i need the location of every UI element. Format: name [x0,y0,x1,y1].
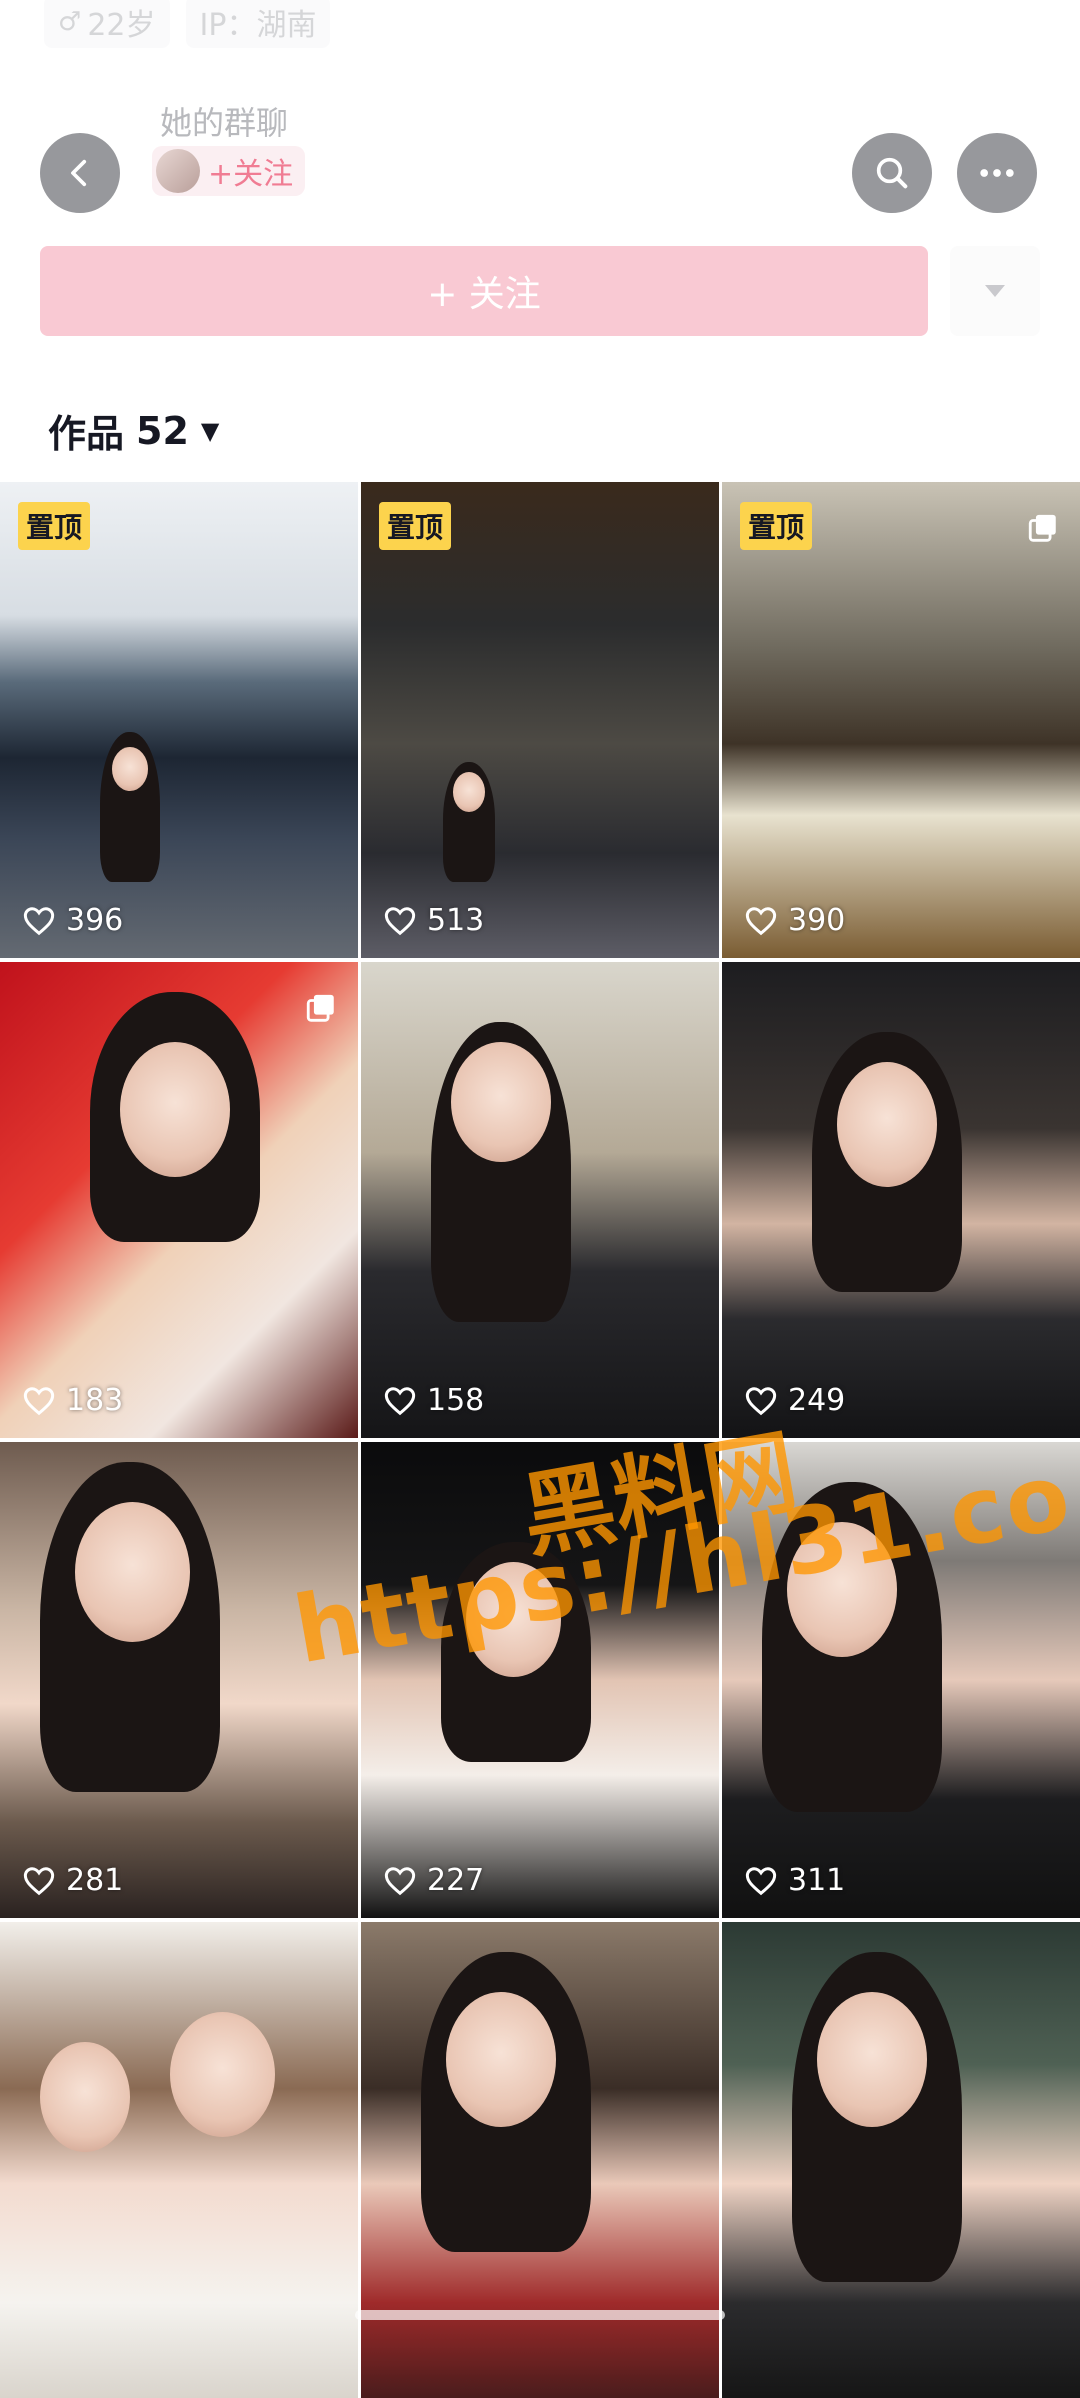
like-count: 183 [22,1383,123,1418]
caret-down-icon [985,285,1005,297]
like-count-text: 158 [427,1383,485,1418]
gender-icon: ♂ [58,7,82,37]
like-count: 158 [383,1383,484,1418]
video-tile[interactable]: 置顶 390 [722,482,1080,958]
multi-image-icon [306,994,334,1022]
more-button[interactable] [957,133,1037,213]
like-count: 390 [744,903,845,938]
pinned-badge: 置顶 [379,502,452,550]
video-thumbnail [722,962,1080,1438]
video-tile[interactable]: 置顶 396 [0,482,358,958]
video-thumbnail [0,482,358,958]
like-count-text: 396 [66,903,124,938]
video-tile[interactable] [0,1922,358,2398]
like-count-text: 513 [427,903,485,938]
video-thumbnail [0,1922,358,2398]
video-tile[interactable] [361,1922,719,2398]
like-count: 513 [383,903,484,938]
search-icon [876,157,908,189]
heart-icon [23,1386,55,1415]
video-thumbnail [361,962,719,1438]
works-count: 52 [136,408,189,453]
like-count: 281 [22,1863,123,1898]
like-count-text: 311 [788,1863,846,1898]
video-thumbnail [722,482,1080,958]
like-count-text: 227 [427,1863,485,1898]
caret-down-icon: ▼ [200,416,220,445]
ip-text: IP：湖南 [199,8,317,43]
like-count-text: 390 [788,903,846,938]
ip-chip: IP：湖南 [185,0,331,48]
pinned-badge: 置顶 [18,502,91,550]
video-tile[interactable]: 249 [722,962,1080,1438]
like-count: 227 [383,1863,484,1898]
avatar [156,149,200,193]
heart-icon [384,1866,416,1895]
back-button[interactable] [40,133,120,213]
group-chat-title: 她的群聊 [160,104,289,142]
like-count-text: 249 [788,1383,846,1418]
mini-follow-label: +关注 [208,157,294,192]
home-indicator [355,2310,725,2320]
like-count: 396 [22,903,123,938]
mini-follow-button[interactable]: +关注 [152,146,306,196]
video-tile[interactable] [722,1922,1080,2398]
tab-works[interactable]: 作品 52 ▼ [48,403,219,458]
heart-icon [745,906,777,935]
pinned-badge: 置顶 [740,502,813,550]
recommend-dropdown-button[interactable] [950,246,1040,336]
age-text: 22岁 [87,8,156,43]
heart-icon [23,1866,55,1895]
multi-image-icon [1028,514,1056,542]
video-thumbnail [722,1922,1080,2398]
search-button[interactable] [852,133,932,213]
video-tile[interactable]: 158 [361,962,719,1438]
video-tile[interactable]: 183 [0,962,358,1438]
video-thumbnail [0,962,358,1438]
age-chip: ♂ 22岁 [44,0,170,48]
heart-icon [745,1866,777,1895]
works-label: 作品 [48,412,125,456]
chevron-left-icon [71,159,87,187]
video-thumbnail [361,482,719,958]
video-tile[interactable]: 置顶 513 [361,482,719,958]
like-count-text: 281 [66,1863,124,1898]
like-count: 311 [744,1863,845,1898]
more-dots-icon [980,169,1014,177]
heart-icon [23,906,55,935]
heart-icon [384,906,416,935]
heart-icon [384,1386,416,1415]
follow-button[interactable]: + 关注 [40,246,928,336]
profile-meta-row: ♂ 22岁 IP：湖南 [44,0,331,48]
like-count-text: 183 [66,1383,124,1418]
video-thumbnail [361,1922,719,2398]
